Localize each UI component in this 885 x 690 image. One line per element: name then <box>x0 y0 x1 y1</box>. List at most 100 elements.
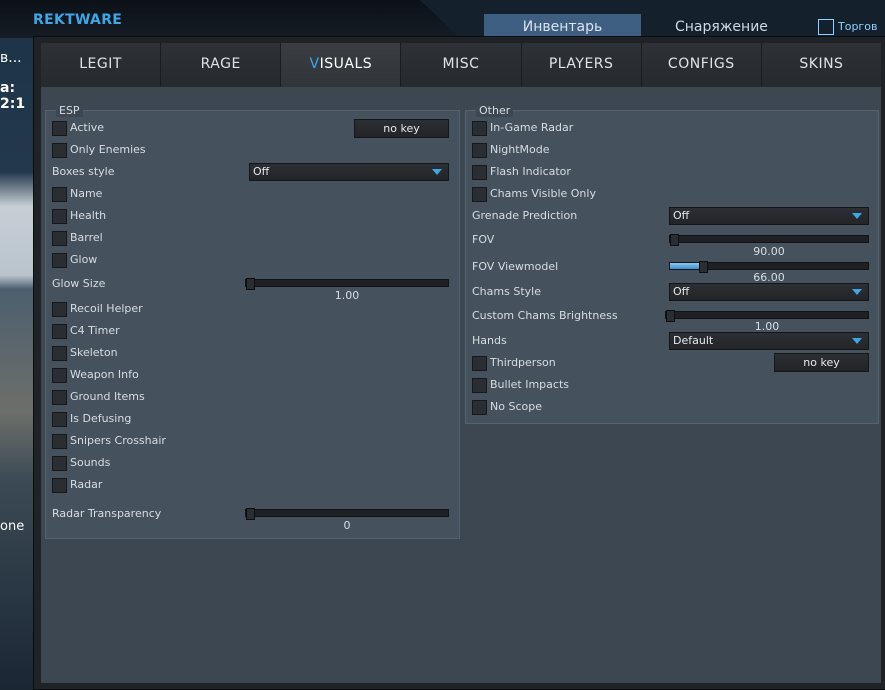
skeleton-checkbox[interactable] <box>52 346 67 361</box>
name-checkbox[interactable] <box>52 187 67 202</box>
health-checkbox[interactable] <box>52 209 67 224</box>
tab-configs[interactable]: CONFIGS <box>641 43 762 87</box>
nav-inventory[interactable]: Инвентарь <box>484 14 641 38</box>
other-thirdperson-row: Thirdperson <box>472 355 672 371</box>
cheat-menu-window: LEGIT RAGE VISUALS MISC PLAYERS CONFIGS … <box>33 36 885 690</box>
esp-is-defusing-row: Is Defusing <box>52 411 252 427</box>
glow-size-slider[interactable] <box>245 278 449 290</box>
chevron-down-icon <box>852 289 862 295</box>
weapon-info-label: Weapon Info <box>70 368 139 381</box>
nightmode-checkbox[interactable] <box>472 143 487 158</box>
tab-bar: LEGIT RAGE VISUALS MISC PLAYERS CONFIGS … <box>41 43 881 87</box>
name-label: Name <box>70 187 103 200</box>
nav-trade-label: Торгов <box>838 20 878 33</box>
esp-group: ESP Active no key Only Enemies Boxes sty… <box>45 104 460 539</box>
in-game-radar-checkbox[interactable] <box>472 121 487 136</box>
background-text: one <box>0 519 25 534</box>
tab-players[interactable]: PLAYERS <box>521 43 642 87</box>
c4-timer-checkbox[interactable] <box>52 324 67 339</box>
thirdperson-key-button[interactable]: no key <box>774 353 869 372</box>
grenade-prediction-label: Grenade Prediction <box>472 209 578 222</box>
esp-c4-timer-row: C4 Timer <box>52 323 252 339</box>
other-nightmode-row: NightMode <box>472 142 672 158</box>
no-scope-label: No Scope <box>490 400 542 413</box>
glow-checkbox[interactable] <box>52 253 67 268</box>
other-bullet-impacts-row: Bullet Impacts <box>472 377 672 393</box>
barrel-label: Barrel <box>70 231 103 244</box>
external-link-icon <box>818 19 834 35</box>
no-scope-checkbox[interactable] <box>472 400 487 415</box>
health-label: Health <box>70 209 107 222</box>
tab-skins[interactable]: SKINS <box>761 43 881 87</box>
hands-dropdown[interactable]: Default <box>669 332 869 350</box>
chevron-down-icon <box>852 338 862 344</box>
esp-recoil-helper-row: Recoil Helper <box>52 301 252 317</box>
brand-bar: REKTWARE <box>0 0 460 38</box>
chams-style-label: Chams Style <box>472 285 541 298</box>
tab-visuals[interactable]: VISUALS <box>281 43 402 87</box>
recoil-helper-checkbox[interactable] <box>52 302 67 317</box>
weapon-info-checkbox[interactable] <box>52 368 67 383</box>
radar-transparency-slider[interactable] <box>245 508 449 520</box>
hands-value: Default <box>673 334 714 347</box>
radar-transparency-label: Radar Transparency <box>52 507 162 520</box>
nightmode-label: NightMode <box>490 143 550 156</box>
c4-timer-label: C4 Timer <box>70 324 120 337</box>
chams-style-value: Off <box>673 285 690 298</box>
chams-visible-only-checkbox[interactable] <box>472 187 487 202</box>
esp-radar-row: Radar <box>52 477 252 493</box>
is-defusing-checkbox[interactable] <box>52 412 67 427</box>
chams-style-dropdown[interactable]: Off <box>669 283 869 301</box>
recoil-helper-label: Recoil Helper <box>70 302 143 315</box>
nav-equipment[interactable]: Снаряжение <box>675 14 768 38</box>
custom-chams-brightness-slider[interactable] <box>665 310 869 322</box>
brand-title: REKTWARE <box>33 12 123 28</box>
sounds-checkbox[interactable] <box>52 456 67 471</box>
other-in-game-radar-row: In-Game Radar <box>472 120 672 136</box>
other-group: Other In-Game Radar NightMode Flash Indi… <box>465 104 879 424</box>
boxes-style-dropdown[interactable]: Off <box>249 163 449 181</box>
active-checkbox[interactable] <box>52 121 67 136</box>
tab-rage[interactable]: RAGE <box>161 43 282 87</box>
barrel-checkbox[interactable] <box>52 231 67 246</box>
other-no-scope-row: No Scope <box>472 399 672 415</box>
boxes-style-value: Off <box>253 165 270 178</box>
ground-items-checkbox[interactable] <box>52 390 67 405</box>
fov-viewmodel-slider[interactable] <box>669 261 869 273</box>
tab-misc[interactable]: MISC <box>401 43 522 87</box>
nav-trade[interactable]: Торгов <box>818 14 877 38</box>
custom-chams-brightness-label: Custom Chams Brightness <box>472 309 618 322</box>
flash-indicator-checkbox[interactable] <box>472 165 487 180</box>
only-enemies-label: Only Enemies <box>70 143 146 156</box>
active-key-button[interactable]: no key <box>354 119 449 138</box>
skeleton-label: Skeleton <box>70 346 118 359</box>
tab-visuals-first-letter: V <box>309 56 320 72</box>
esp-ground-items-row: Ground Items <box>52 389 252 405</box>
in-game-radar-label: In-Game Radar <box>490 121 574 134</box>
esp-skeleton-row: Skeleton <box>52 345 252 361</box>
bullet-impacts-checkbox[interactable] <box>472 378 487 393</box>
glow-label: Glow <box>70 253 98 266</box>
flash-indicator-label: Flash Indicator <box>490 165 571 178</box>
thirdperson-label: Thirdperson <box>490 356 556 369</box>
radar-transparency-value: 0 <box>343 519 351 532</box>
ground-items-label: Ground Items <box>70 390 145 403</box>
only-enemies-checkbox[interactable] <box>52 143 67 158</box>
other-group-title: Other <box>476 104 514 117</box>
sounds-label: Sounds <box>70 456 111 469</box>
fov-value: 90.00 <box>753 245 785 258</box>
esp-glow-row: Glow <box>52 252 252 268</box>
boxes-style-label: Boxes style <box>52 165 115 178</box>
esp-active-row: Active <box>52 120 252 136</box>
grenade-prediction-value: Off <box>673 209 690 222</box>
other-chams-visible-only-row: Chams Visible Only <box>472 186 672 202</box>
fov-slider[interactable] <box>669 234 869 246</box>
radar-checkbox[interactable] <box>52 478 67 493</box>
esp-name-row: Name <box>52 186 252 202</box>
esp-health-row: Health <box>52 208 252 224</box>
tab-legit[interactable]: LEGIT <box>41 43 162 87</box>
snipers-crosshair-checkbox[interactable] <box>52 434 67 449</box>
thirdperson-checkbox[interactable] <box>472 356 487 371</box>
is-defusing-label: Is Defusing <box>70 412 132 425</box>
grenade-prediction-dropdown[interactable]: Off <box>669 207 869 225</box>
